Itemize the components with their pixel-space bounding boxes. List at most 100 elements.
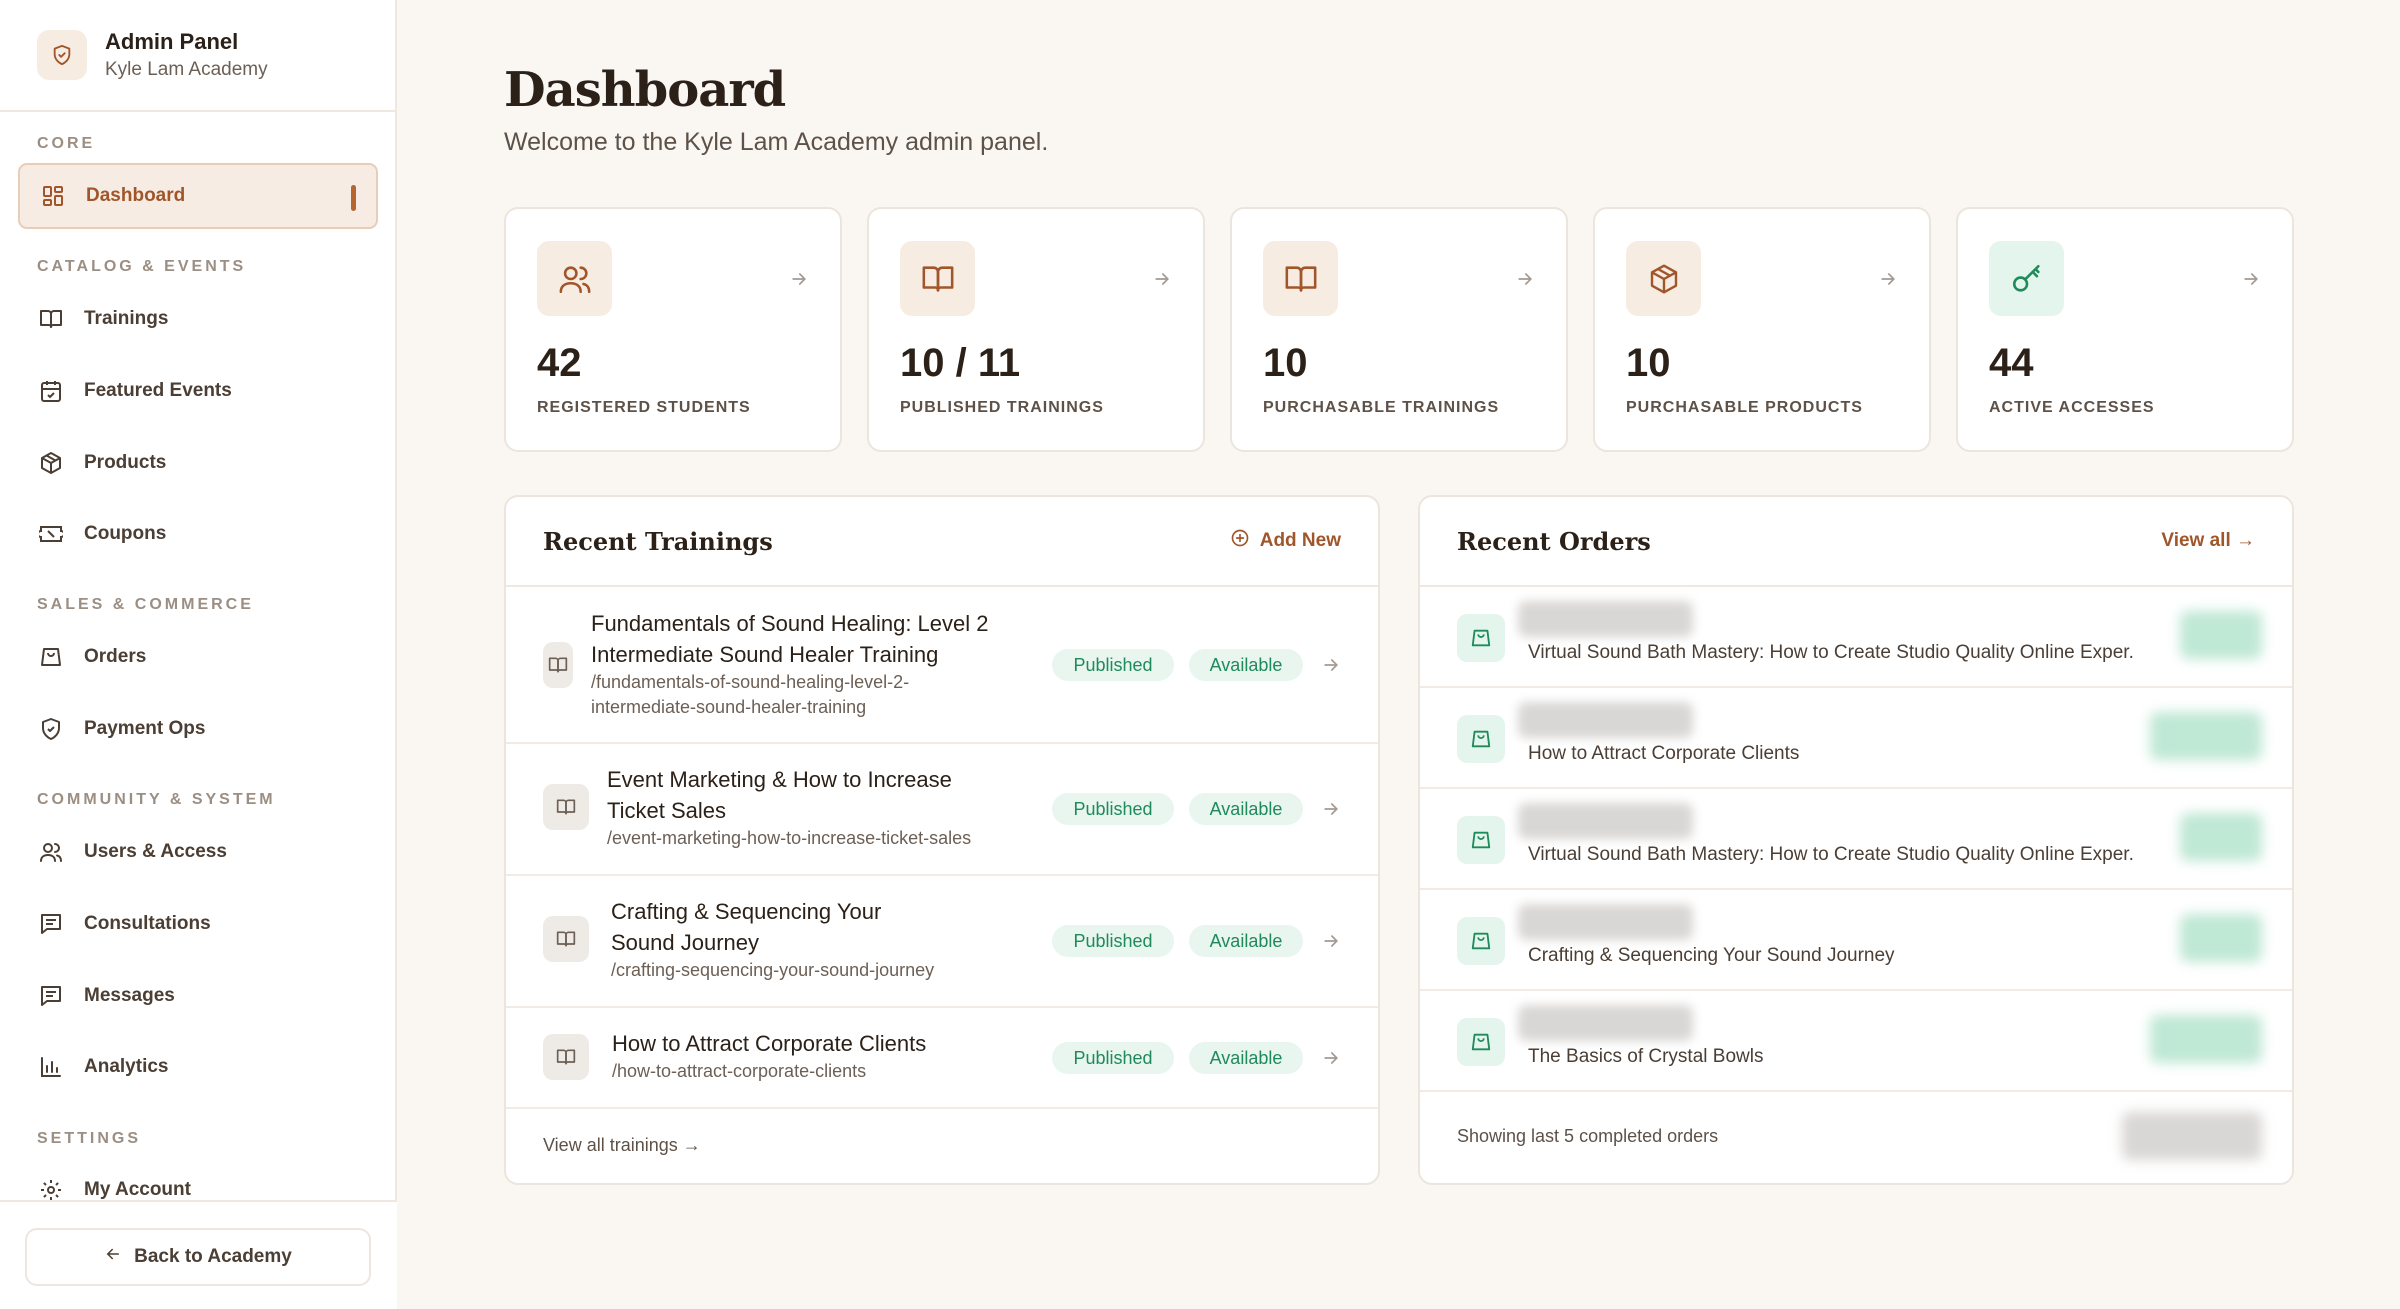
availability-badge: Available <box>1189 925 1303 957</box>
training-title-cont: Intermediate Sound Healer Training <box>591 642 939 667</box>
redacted-amount <box>2180 914 2262 962</box>
shopping-bag-icon <box>1457 917 1505 965</box>
arrow-right-icon <box>1878 269 1898 294</box>
availability-badge: Available <box>1189 793 1303 825</box>
sidebar-item-payment-ops[interactable]: Payment Ops <box>18 696 378 762</box>
active-indicator <box>351 185 356 211</box>
order-item: How to Attract Corporate Clients <box>1528 743 1800 764</box>
sidebar-item-products[interactable]: Products <box>18 430 378 496</box>
status-badge: Published <box>1052 925 1174 957</box>
arrow-right-icon <box>1515 269 1535 294</box>
users-icon <box>537 241 612 316</box>
order-row[interactable]: Virtual Sound Bath Mastery: How to Creat… <box>1420 789 2292 890</box>
stat-value: 10 <box>1263 341 1308 385</box>
stat-value: 10 / 11 <box>900 341 1021 385</box>
card-title: Recent Orders <box>1457 526 1651 556</box>
training-slug: /fundamentals-of-sound-healing-level-2- <box>591 672 910 692</box>
book-icon <box>543 642 573 688</box>
sidebar-item-trainings[interactable]: Trainings <box>18 286 378 352</box>
sidebar-item-label: My Account <box>84 1179 191 1200</box>
arrow-right-icon <box>1321 799 1341 824</box>
book-icon <box>543 1034 589 1080</box>
redacted-amount <box>2180 813 2262 861</box>
redacted-customer-name <box>1518 601 1693 637</box>
training-row[interactable]: How to Attract Corporate Clients /how-to… <box>506 1008 1378 1109</box>
redacted-customer-name <box>1518 702 1693 738</box>
section-catalog: CATALOG & EVENTS <box>37 258 247 275</box>
sidebar-subtitle: Kyle Lam Academy <box>105 59 268 80</box>
order-row[interactable]: How to Attract Corporate Clients <box>1420 688 2292 789</box>
calendar-icon <box>38 378 64 404</box>
shopping-bag-icon <box>1457 614 1505 662</box>
sidebar-title: Admin Panel <box>105 29 239 54</box>
arrow-right-icon <box>1321 931 1341 956</box>
stat-value: 44 <box>1989 341 2034 385</box>
stat-card-purchasable-trainings[interactable]: 10 PURCHASABLE TRAININGS <box>1230 207 1568 452</box>
stat-label: PUBLISHED TRAININGS <box>900 399 1104 416</box>
sidebar-item-messages[interactable]: Messages <box>18 963 378 1029</box>
card-header: Recent Orders View all → <box>1420 497 2292 587</box>
arrow-right-icon <box>1321 655 1341 680</box>
stat-label: PURCHASABLE PRODUCTS <box>1626 399 1863 416</box>
training-slug: /crafting-sequencing-your-sound-journey <box>611 960 935 980</box>
sidebar-item-dashboard[interactable]: Dashboard <box>18 163 378 229</box>
order-row[interactable]: Virtual Sound Bath Mastery: How to Creat… <box>1420 587 2292 688</box>
order-row[interactable]: The Basics of Crystal Bowls <box>1420 991 2292 1092</box>
stat-card-published-trainings[interactable]: 10 / 11 PUBLISHED TRAININGS <box>867 207 1205 452</box>
book-icon <box>543 784 589 830</box>
shopping-bag-icon <box>38 644 64 670</box>
order-item: Virtual Sound Bath Mastery: How to Creat… <box>1528 642 2134 663</box>
sidebar-item-label: Consultations <box>84 913 211 934</box>
stat-label: ACTIVE ACCESSES <box>1989 399 2155 416</box>
training-title: How to Attract Corporate Clients <box>612 1031 927 1056</box>
card-footer: Showing last 5 completed orders <box>1420 1090 2292 1183</box>
training-row[interactable]: Crafting & Sequencing Your Sound Journey… <box>506 876 1378 1008</box>
section-core: CORE <box>37 135 96 152</box>
page-title: Dashboard <box>504 62 786 118</box>
order-item: Crafting & Sequencing Your Sound Journey <box>1528 945 1895 966</box>
stat-card-students[interactable]: 42 REGISTERED STUDENTS <box>504 207 842 452</box>
sidebar-item-users-access[interactable]: Users & Access <box>18 819 378 885</box>
sidebar-item-coupons[interactable]: Coupons <box>18 501 378 567</box>
training-row[interactable]: Fundamentals of Sound Healing: Level 2 I… <box>506 587 1378 744</box>
shopping-bag-icon <box>1457 715 1505 763</box>
arrow-right-icon <box>789 269 809 294</box>
arrow-right-icon <box>2241 269 2261 294</box>
ticket-icon <box>38 521 64 547</box>
book-icon <box>38 306 64 332</box>
shopping-bag-icon <box>1457 816 1505 864</box>
message-square-icon <box>38 911 64 937</box>
redacted-total <box>2122 1112 2262 1160</box>
status-badge: Published <box>1052 793 1174 825</box>
sidebar-item-orders[interactable]: Orders <box>18 624 378 690</box>
training-title-cont: Ticket Sales <box>607 798 727 823</box>
recent-trainings-card: Recent Trainings Add New Fundamentals of… <box>504 495 1380 1185</box>
section-sales: SALES & COMMERCE <box>37 596 254 613</box>
stat-label: PURCHASABLE TRAININGS <box>1263 399 1500 416</box>
view-all-orders-link[interactable]: View all → <box>2161 530 2255 552</box>
training-row[interactable]: Event Marketing & How to Increase Ticket… <box>506 744 1378 876</box>
add-new-button[interactable]: Add New <box>1230 528 1341 554</box>
status-badge: Published <box>1052 649 1174 681</box>
sidebar-item-featured-events[interactable]: Featured Events <box>18 358 378 424</box>
dashboard-icon <box>40 183 66 209</box>
book-icon <box>900 241 975 316</box>
view-all-trainings-link[interactable]: View all trainings → <box>543 1135 701 1156</box>
sidebar-item-consultations[interactable]: Consultations <box>18 891 378 957</box>
order-item: Virtual Sound Bath Mastery: How to Creat… <box>1528 844 2134 865</box>
stat-card-active-accesses[interactable]: 44 ACTIVE ACCESSES <box>1956 207 2294 452</box>
page-subtitle: Welcome to the Kyle Lam Academy admin pa… <box>504 128 1049 156</box>
message-square-icon <box>38 983 64 1009</box>
redacted-amount <box>2150 1015 2262 1063</box>
training-title: Crafting & Sequencing Your <box>611 899 882 924</box>
back-to-academy-button[interactable]: Back to Academy <box>25 1228 371 1286</box>
order-row[interactable]: Crafting & Sequencing Your Sound Journey <box>1420 890 2292 991</box>
users-icon <box>38 839 64 865</box>
card-title: Recent Trainings <box>543 526 773 556</box>
sidebar-item-analytics[interactable]: Analytics <box>18 1034 378 1100</box>
plus-circle-icon <box>1230 528 1250 554</box>
stat-card-purchasable-products[interactable]: 10 PURCHASABLE PRODUCTS <box>1593 207 1931 452</box>
section-community: COMMUNITY & SYSTEM <box>37 791 276 808</box>
training-slug-cont: intermediate-sound-healer-training <box>591 697 867 717</box>
redacted-amount <box>2150 712 2262 760</box>
